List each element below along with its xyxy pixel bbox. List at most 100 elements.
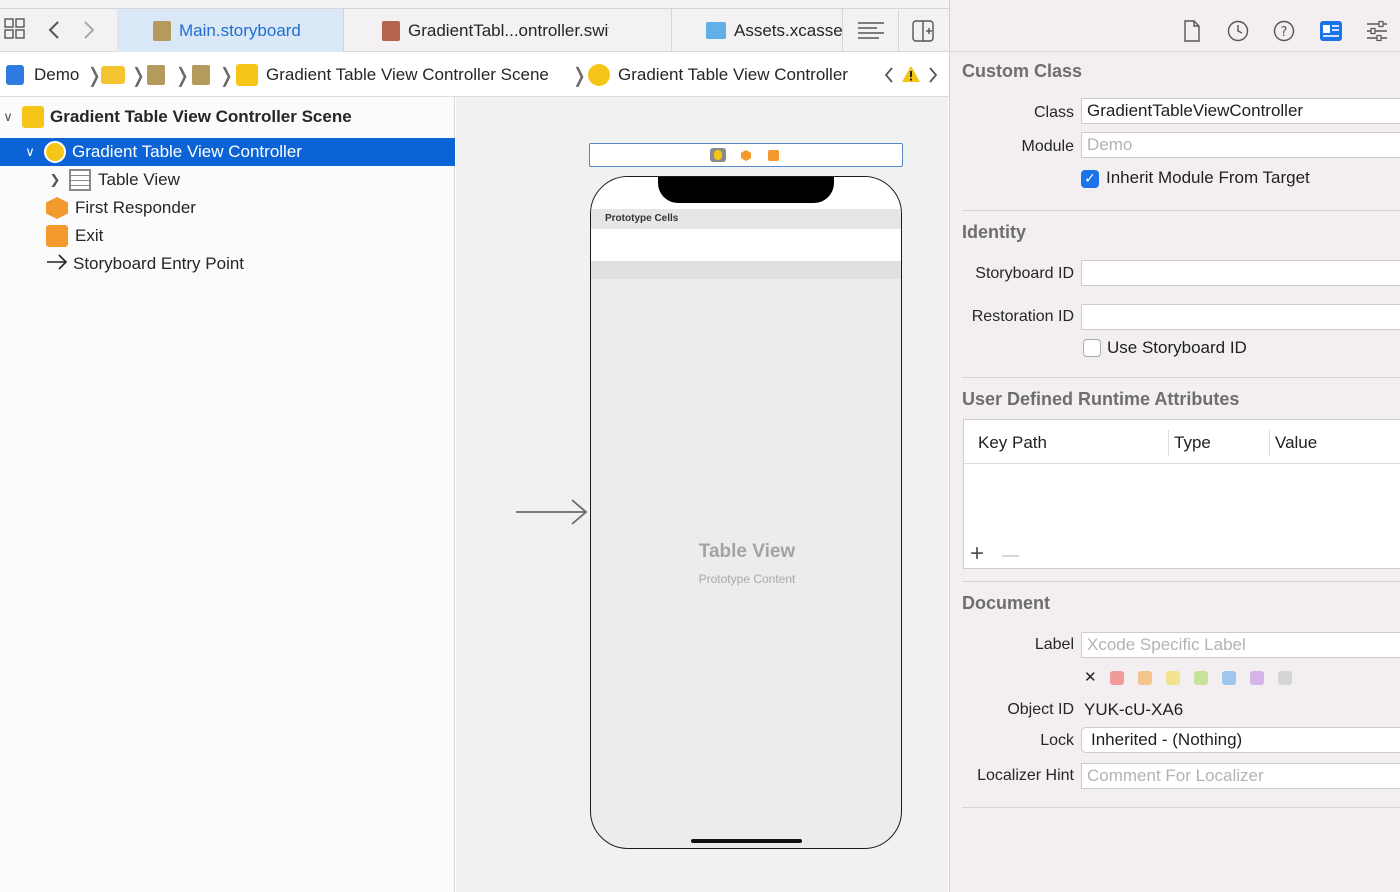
quick-help-icon[interactable]: ?	[1273, 20, 1295, 47]
home-indicator	[691, 839, 802, 843]
outline-item-label: Gradient Table View Controller	[72, 142, 302, 161]
module-label: Module	[1021, 138, 1074, 155]
entry-arrow-icon	[46, 253, 68, 276]
object-id-value: YUK-cU-XA6	[1084, 700, 1184, 719]
add-attribute-button[interactable]: +	[970, 542, 984, 566]
breadcrumb-separator-icon: ❭	[218, 62, 235, 87]
first-responder-icon	[46, 197, 68, 219]
outline-item-exit[interactable]: Exit	[0, 222, 455, 250]
breadcrumb-storyboard[interactable]	[147, 52, 165, 97]
runtime-attributes-table[interactable]: Key Path Type Value + —	[963, 419, 1400, 569]
outline-scene-label: Gradient Table View Controller Scene	[50, 107, 352, 126]
asset-catalog-icon	[706, 22, 726, 39]
inherit-module-label: Inherit Module From Target	[1106, 168, 1310, 187]
disclosure-open-icon[interactable]: ∨	[0, 110, 16, 125]
related-items-icon[interactable]	[4, 18, 26, 45]
label-color-purple[interactable]	[1250, 671, 1264, 685]
view-controller-icon	[44, 141, 66, 163]
forward-icon[interactable]	[82, 19, 96, 46]
outline-item-entry-point[interactable]: Storyboard Entry Point	[0, 250, 455, 278]
inherit-module-checkbox[interactable]: ✓	[1081, 170, 1099, 188]
outline-item-label: First Responder	[75, 198, 196, 217]
attributes-inspector-icon[interactable]	[1366, 20, 1388, 47]
editor-tab-bar: Main.storyboard GradientTabl...ontroller…	[0, 0, 950, 52]
breadcrumb-controller[interactable]: Gradient Table View Controller	[588, 52, 848, 97]
project-icon	[6, 64, 24, 85]
disclosure-closed-icon[interactable]: ❯	[47, 173, 63, 188]
restoration-id-field[interactable]	[1081, 304, 1400, 330]
document-label-field[interactable]: Xcode Specific Label	[1081, 632, 1400, 658]
module-field[interactable]: Demo	[1081, 132, 1400, 158]
tab-label: GradientTabl...ontroller.swift	[408, 20, 609, 40]
label-color-green[interactable]	[1194, 671, 1208, 685]
previous-issue-icon[interactable]	[883, 65, 895, 90]
tab-assets[interactable]: Assets.xcasse	[672, 9, 842, 52]
breadcrumb-separator-icon: ❭	[571, 62, 588, 87]
first-responder-icon[interactable]	[741, 150, 751, 161]
table-view-icon	[69, 169, 91, 191]
clear-label-color-button[interactable]: ✕	[1084, 668, 1097, 686]
device-frame[interactable]: Prototype Cells Table View Prototype Con…	[590, 176, 902, 849]
breadcrumb-project-label: Demo	[34, 64, 80, 84]
breadcrumb-separator-icon: ❭	[174, 62, 191, 87]
back-icon[interactable]	[47, 19, 61, 46]
lock-popup[interactable]: Inherited - (Nothing)	[1081, 727, 1400, 753]
key-path-column-header[interactable]: Key Path	[978, 433, 1047, 453]
disclosure-open-icon[interactable]: ∨	[22, 145, 38, 160]
label-color-red[interactable]	[1110, 671, 1124, 685]
label-color-gray[interactable]	[1278, 671, 1292, 685]
breadcrumb-scene[interactable]: Gradient Table View Controller Scene	[236, 52, 549, 97]
scene-dock[interactable]	[589, 143, 903, 167]
warning-icon[interactable]	[901, 65, 921, 88]
breadcrumb-project[interactable]: Demo	[6, 52, 79, 97]
scene-icon	[22, 106, 44, 128]
type-column-header[interactable]: Type	[1174, 433, 1211, 453]
breadcrumb-folder[interactable]	[101, 52, 125, 97]
exit-icon[interactable]	[768, 150, 779, 161]
localizer-hint-field[interactable]: Comment For Localizer	[1081, 763, 1400, 789]
use-storyboard-id-label: Use Storyboard ID	[1107, 338, 1247, 357]
remove-attribute-button[interactable]: —	[1002, 544, 1019, 566]
restoration-id-label: Restoration ID	[971, 308, 1074, 325]
use-storyboard-id-checkbox[interactable]	[1083, 339, 1101, 357]
next-issue-icon[interactable]	[927, 65, 939, 90]
class-label: Class	[1033, 104, 1074, 121]
identity-section-title: Identity	[962, 222, 1027, 242]
breadcrumb-controller-label: Gradient Table View Controller	[618, 64, 848, 84]
section-footer	[591, 261, 901, 279]
custom-class-section-title: Custom Class	[962, 61, 1083, 81]
view-controller-icon	[588, 63, 610, 86]
label-color-orange[interactable]	[1138, 671, 1152, 685]
tab-swift-file[interactable]: GradientTabl...ontroller.swift	[344, 9, 609, 52]
split-editor-icon[interactable]	[912, 20, 934, 47]
history-inspector-icon[interactable]	[1227, 20, 1249, 47]
section-divider	[962, 581, 1400, 582]
storyboard-canvas[interactable]: Prototype Cells Table View Prototype Con…	[456, 97, 948, 892]
storyboard-file-icon	[147, 64, 165, 85]
identity-inspector-icon[interactable]	[1320, 21, 1342, 46]
label-color-yellow[interactable]	[1166, 671, 1180, 685]
lock-label: Lock	[1040, 732, 1074, 749]
entry-point-arrow-icon[interactable]	[514, 497, 590, 532]
inspector-tab-bar: ?	[950, 0, 1400, 52]
prototype-cell[interactable]	[591, 229, 901, 261]
view-controller-icon[interactable]	[710, 148, 726, 162]
outline-item-label: Table View	[98, 170, 180, 189]
label-color-blue[interactable]	[1222, 671, 1236, 685]
tab-main-storyboard[interactable]: Main.storyboard	[117, 9, 343, 52]
file-inspector-icon[interactable]	[1183, 20, 1201, 47]
outline-scene-row[interactable]: ∨ Gradient Table View Controller Scene	[0, 103, 455, 131]
outline-item-view-controller[interactable]: ∨ Gradient Table View Controller	[0, 138, 455, 166]
device-notch	[658, 177, 834, 203]
storyboard-id-field[interactable]	[1081, 260, 1400, 286]
scene-icon	[236, 63, 258, 86]
tab-label: Main.storyboard	[179, 20, 301, 40]
breadcrumb-storyboard-base[interactable]	[192, 52, 210, 97]
value-column-header[interactable]: Value	[1275, 433, 1317, 453]
outline-item-table-view[interactable]: ❯ Table View	[0, 166, 455, 194]
outline-item-first-responder[interactable]: First Responder	[0, 194, 455, 222]
class-field[interactable]: GradientTableViewController	[1081, 98, 1400, 124]
breadcrumb-separator-icon: ❭	[130, 62, 147, 87]
localizer-hint-label: Localizer Hint	[977, 767, 1074, 784]
editor-options-icon[interactable]	[857, 21, 885, 46]
